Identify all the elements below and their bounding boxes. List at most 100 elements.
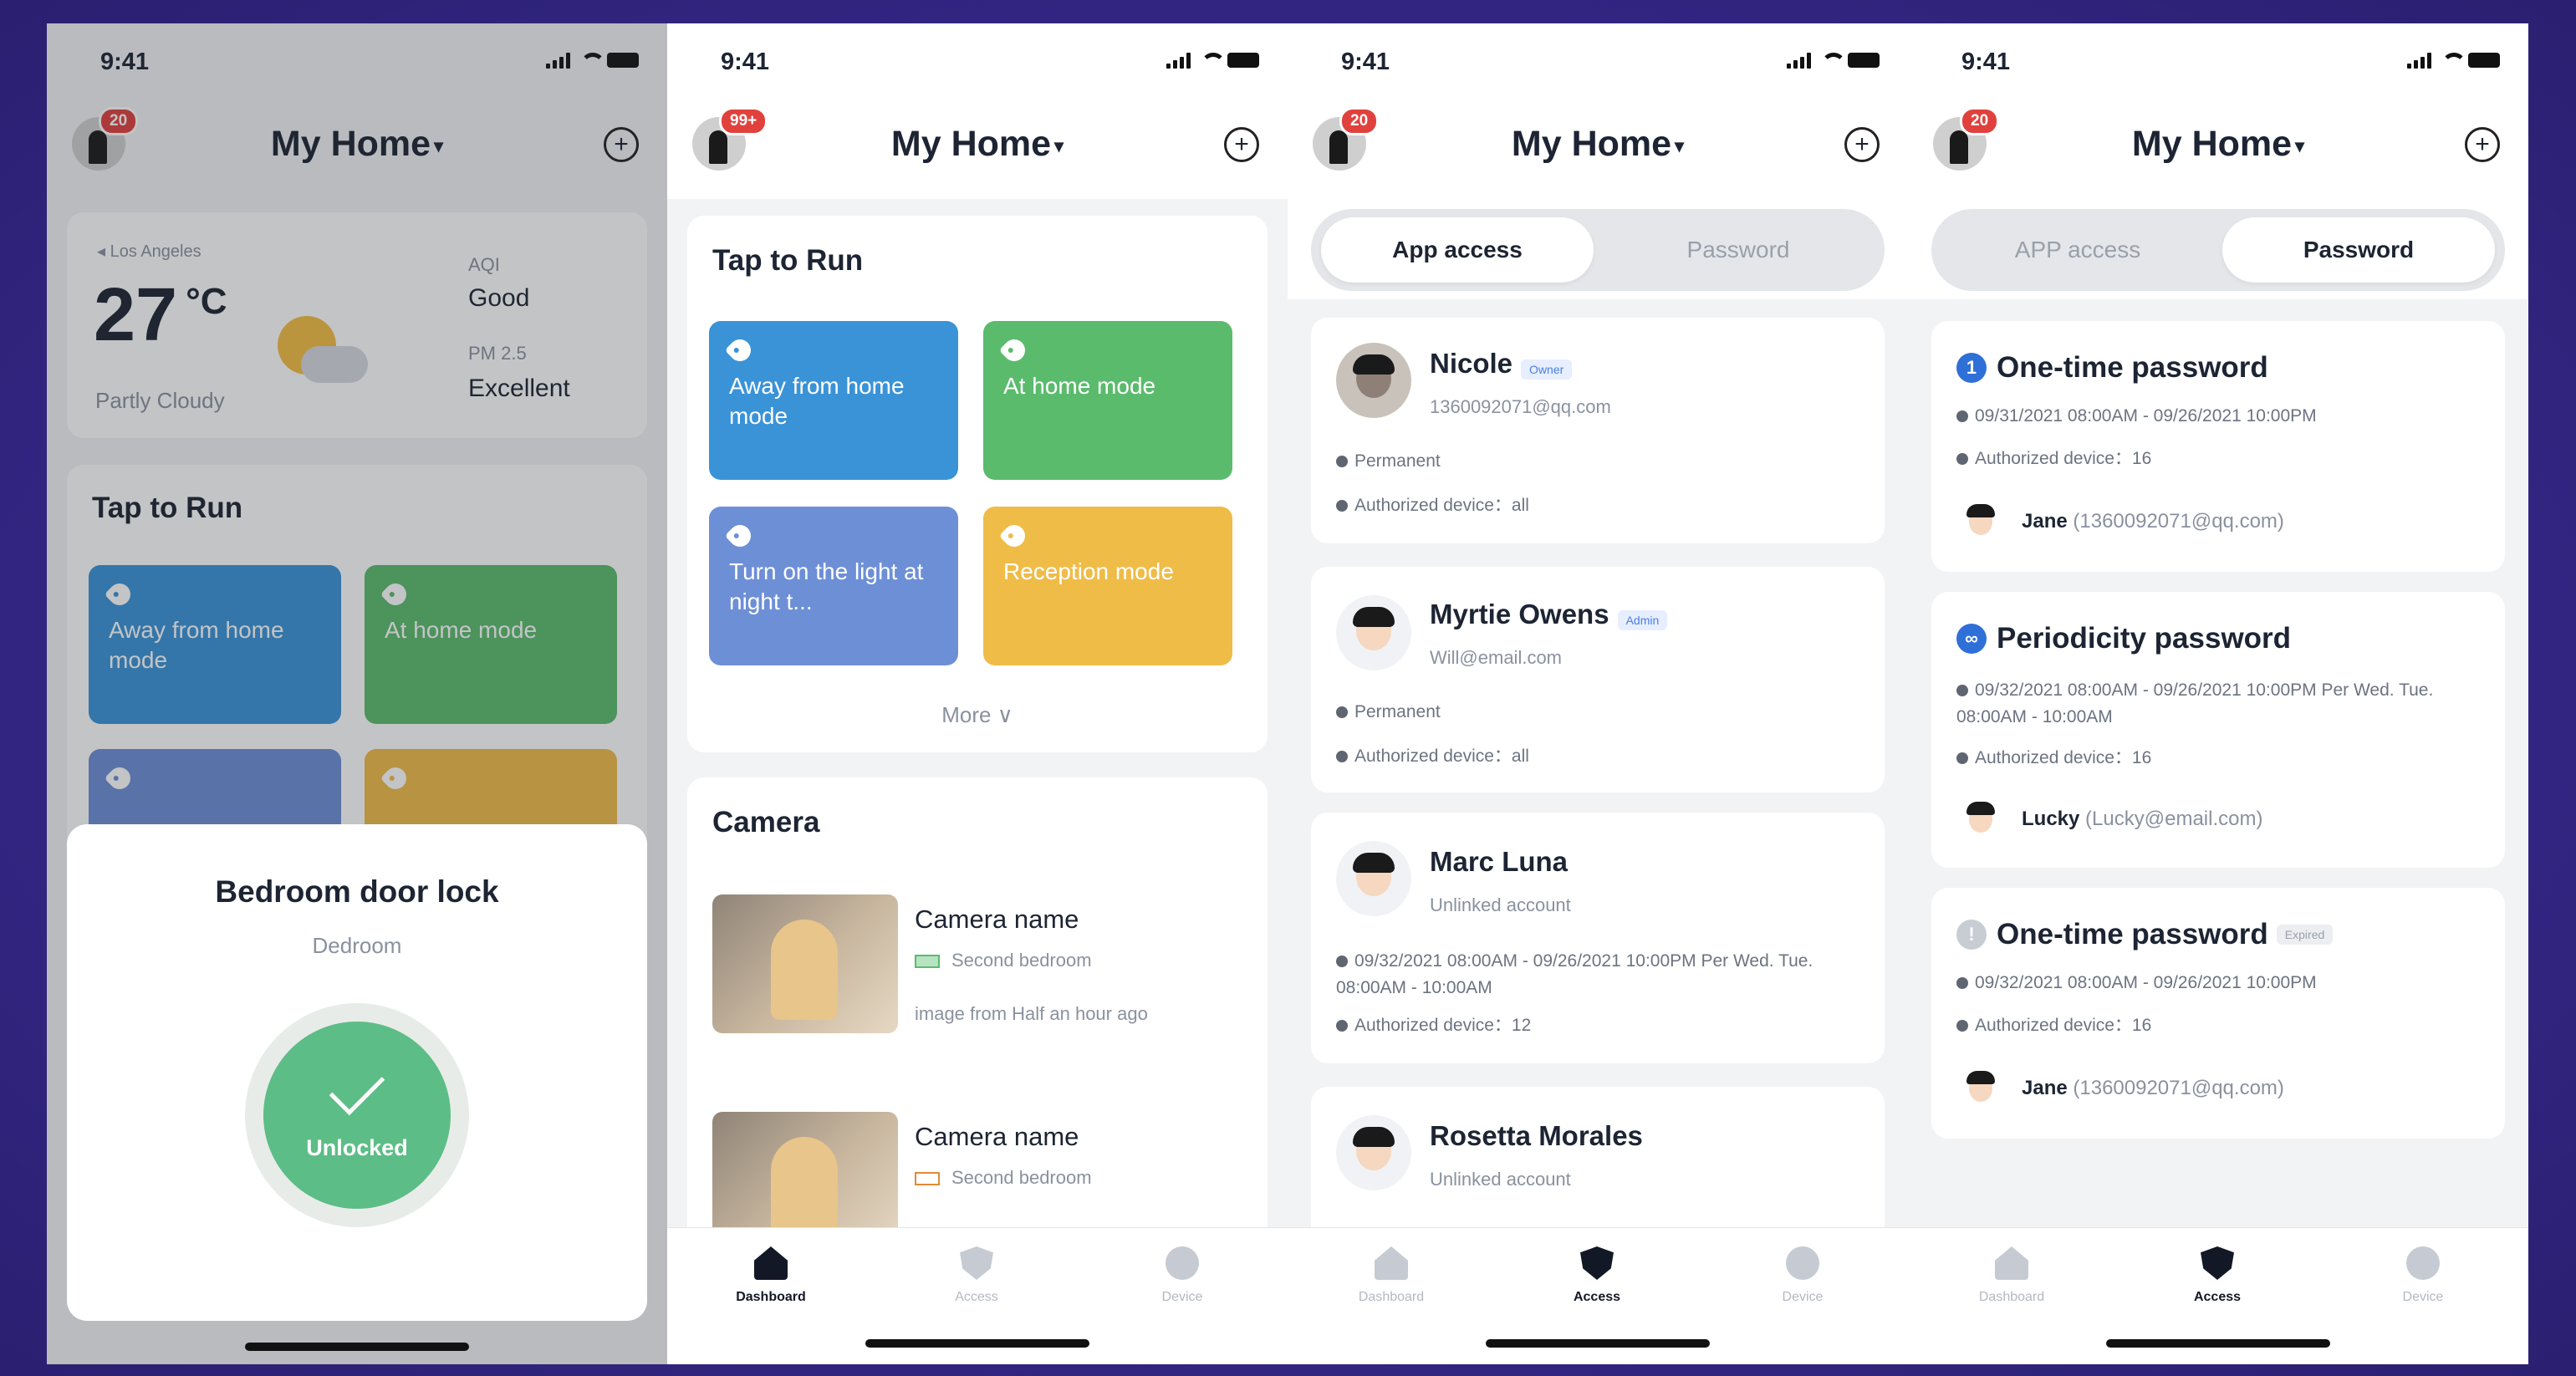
password-user: Jane (1360092071@qq.com) xyxy=(2022,510,2284,533)
unlock-button-ring: Unlocked xyxy=(245,1003,469,1227)
tag-icon xyxy=(998,520,1030,552)
tab-app-access[interactable]: App access xyxy=(1321,217,1594,283)
member-name: Myrtie Owens xyxy=(1430,599,1609,629)
status-time: 9:41 xyxy=(1961,48,2011,75)
role-badge: Admin xyxy=(1617,609,1668,630)
home-selector[interactable]: My Home ▾ xyxy=(1288,124,1908,165)
screen-dashboard: 9:41 99+ My Home ▾ + Tap to Run Away from… xyxy=(667,23,1288,1364)
status-time: 9:41 xyxy=(721,48,770,75)
tab-password[interactable]: Password xyxy=(2222,217,2495,283)
device-icon xyxy=(1786,1246,1819,1280)
member-status: Unlinked account xyxy=(1430,1169,1571,1190)
camera-name: Camera name xyxy=(915,905,1079,934)
info-icon xyxy=(1956,977,1968,990)
status-bar: 9:41 xyxy=(1908,23,2528,99)
lock-title: Bedroom door lock xyxy=(215,874,499,909)
cell-signal-icon xyxy=(1787,52,1811,69)
battery-icon xyxy=(2468,53,2500,68)
access-shield-icon xyxy=(2201,1246,2234,1280)
page-title: My Home xyxy=(2131,124,2293,164)
info-icon xyxy=(1956,752,1968,765)
section-title: Tap to Run xyxy=(712,244,864,277)
camera-card: Camera Camera name Second bedroom image … xyxy=(687,777,1268,1279)
access-duration: Permanent xyxy=(1336,451,1441,471)
battery-icon xyxy=(1227,53,1259,68)
status-bar: 9:41 xyxy=(1288,23,1908,99)
scene-night-light[interactable]: Turn on the light at night t... xyxy=(709,507,958,665)
member-card[interactable]: Myrtie Owens Admin Will@email.com Permane… xyxy=(1311,567,1885,792)
app-header: 20 My Home ▾ + xyxy=(1288,107,1908,182)
password-card[interactable]: ∞ Periodicity password 09/32/2021 08:00AM… xyxy=(1931,592,2505,868)
status-time: 9:41 xyxy=(1341,48,1390,75)
home-selector[interactable]: My Home ▾ xyxy=(1908,124,2528,165)
password-title: One-time password xyxy=(1997,918,2268,950)
more-button[interactable]: More ∨ xyxy=(687,702,1268,728)
status-bar: 9:41 xyxy=(667,23,1288,99)
camera-thumbnail[interactable] xyxy=(712,894,898,1033)
battery-icon xyxy=(915,955,940,969)
camera-room: Second bedroom xyxy=(915,1167,1092,1189)
info-icon xyxy=(1336,500,1348,512)
bottom-nav: Dashboard Access Device xyxy=(667,1227,1288,1364)
member-name: Rosetta Morales xyxy=(1430,1120,1643,1151)
authorized-devices: Authorized device：all xyxy=(1336,492,1529,517)
device-icon xyxy=(2406,1246,2440,1280)
page-title: My Home xyxy=(1511,124,1672,164)
tab-app-access[interactable]: APP access xyxy=(1941,217,2214,283)
avatar xyxy=(1956,497,2005,545)
access-duration: Permanent xyxy=(1336,702,1441,722)
add-circle-icon[interactable]: + xyxy=(2465,127,2500,162)
password-user: Lucky (Lucky@email.com) xyxy=(2022,808,2263,830)
cell-signal-icon xyxy=(2407,52,2431,69)
unlock-button[interactable]: Unlocked xyxy=(263,1022,451,1209)
bottom-nav: Dashboard Access Device xyxy=(1288,1227,1908,1364)
access-tabs: App access Password xyxy=(1311,209,1885,291)
nav-dashboard[interactable]: Dashboard xyxy=(696,1246,846,1305)
tab-password[interactable]: Password xyxy=(1602,217,1875,283)
nav-access[interactable]: Access xyxy=(2142,1246,2293,1305)
info-icon xyxy=(1956,410,1968,423)
app-header: 99+ My Home ▾ + xyxy=(667,107,1288,182)
nav-device[interactable]: Device xyxy=(1107,1246,1257,1305)
avatar xyxy=(1956,794,2005,843)
system-icons xyxy=(2407,52,2500,69)
add-circle-icon[interactable]: + xyxy=(1224,127,1259,162)
access-shield-icon xyxy=(960,1246,993,1280)
info-icon xyxy=(1336,751,1348,763)
nav-dashboard[interactable]: Dashboard xyxy=(1936,1246,2087,1305)
cell-signal-icon xyxy=(1166,52,1191,69)
nav-device[interactable]: Device xyxy=(2348,1246,2498,1305)
password-title: One-time password xyxy=(1997,351,2268,384)
system-icons xyxy=(1166,52,1259,69)
nav-dashboard[interactable]: Dashboard xyxy=(1316,1246,1467,1305)
password-card[interactable]: 1 One-time password 09/31/2021 08:00AM - … xyxy=(1931,321,2505,572)
wifi-icon xyxy=(1819,53,1846,68)
password-card-expired[interactable]: ! One-time password Expired 09/32/2021 08:… xyxy=(1931,888,2505,1139)
avatar xyxy=(1336,595,1411,670)
tag-icon xyxy=(724,520,756,552)
info-icon xyxy=(1336,456,1348,468)
bottom-nav: Dashboard Access Device xyxy=(1908,1227,2528,1364)
scene-reception[interactable]: Reception mode xyxy=(983,507,1232,665)
scene-at-home[interactable]: At home mode xyxy=(983,321,1232,480)
home-indicator xyxy=(245,1343,469,1351)
wifi-icon xyxy=(1199,53,1226,68)
tap-to-run-card: Tap to Run Away from home mode At home m… xyxy=(687,216,1268,752)
member-card[interactable]: Marc Luna Unlinked account 09/32/2021 08… xyxy=(1311,813,1885,1063)
dashboard-home-icon xyxy=(1375,1246,1408,1280)
add-circle-icon[interactable]: + xyxy=(1844,127,1880,162)
camera-note: image from Half an hour ago xyxy=(915,1003,1148,1024)
password-user: Jane (1360092071@qq.com) xyxy=(2022,1077,2284,1099)
scene-away-from-home[interactable]: Away from home mode xyxy=(709,321,958,480)
nav-device[interactable]: Device xyxy=(1727,1246,1878,1305)
camera-room: Second bedroom xyxy=(915,950,1092,971)
member-card[interactable]: Nicole Owner 1360092071@qq.com Permanent … xyxy=(1311,318,1885,543)
authorized-devices: Authorized device：16 xyxy=(1956,744,2151,769)
nav-access[interactable]: Access xyxy=(1522,1246,1672,1305)
avatar xyxy=(1956,1063,2005,1112)
member-name: Marc Luna xyxy=(1430,846,1569,877)
home-indicator xyxy=(865,1339,1089,1348)
home-selector[interactable]: My Home ▾ xyxy=(667,124,1288,165)
nav-access[interactable]: Access xyxy=(901,1246,1052,1305)
dashboard-home-icon xyxy=(754,1246,788,1280)
